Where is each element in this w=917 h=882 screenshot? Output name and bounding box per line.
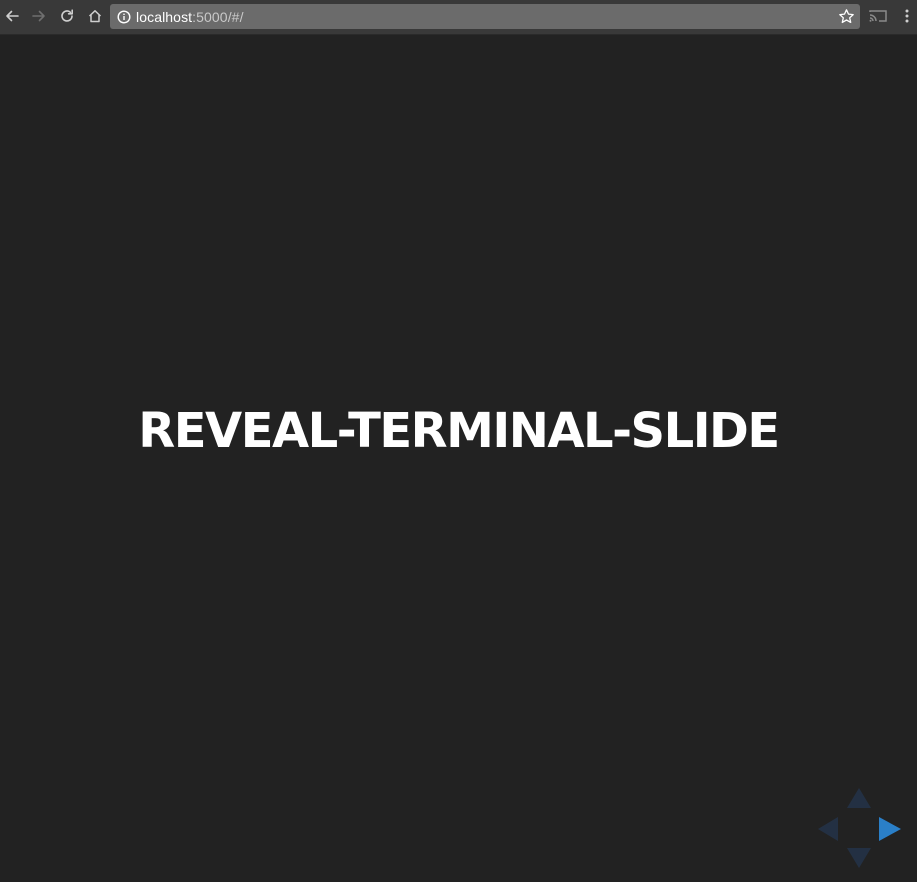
reload-button[interactable] <box>56 5 78 27</box>
arrow-left-icon <box>6 10 19 22</box>
menu-button[interactable] <box>896 5 917 27</box>
navigate-down-arrow-icon[interactable] <box>847 848 871 868</box>
url-text: localhost:5000/#/ <box>136 9 244 25</box>
arrow-right-icon <box>32 10 45 22</box>
browser-toolbar: localhost:5000/#/ <box>0 0 917 35</box>
navigation-controls <box>812 785 908 875</box>
info-icon[interactable] <box>117 9 131 24</box>
reload-icon <box>61 9 73 22</box>
slide-title: REVEAL-TERMINAL-SLIDE <box>138 403 780 459</box>
forward-button[interactable] <box>28 5 50 27</box>
star-icon[interactable] <box>837 7 856 26</box>
url-host: localhost <box>136 8 193 25</box>
cast-icon <box>869 10 887 22</box>
navigate-left-arrow-icon[interactable] <box>818 817 838 841</box>
home-button[interactable] <box>84 5 106 27</box>
cast-button[interactable] <box>867 5 889 27</box>
navigate-up-arrow-icon[interactable] <box>847 788 871 808</box>
home-icon <box>88 10 102 23</box>
url-path: :5000/#/ <box>192 8 244 25</box>
kebab-menu-icon <box>905 9 909 23</box>
back-button[interactable] <box>1 5 23 27</box>
presentation-slide: REVEAL-TERMINAL-SLIDE <box>0 36 917 882</box>
navigate-right-arrow-icon[interactable] <box>879 817 901 841</box>
address-bar[interactable]: localhost:5000/#/ <box>110 4 860 29</box>
